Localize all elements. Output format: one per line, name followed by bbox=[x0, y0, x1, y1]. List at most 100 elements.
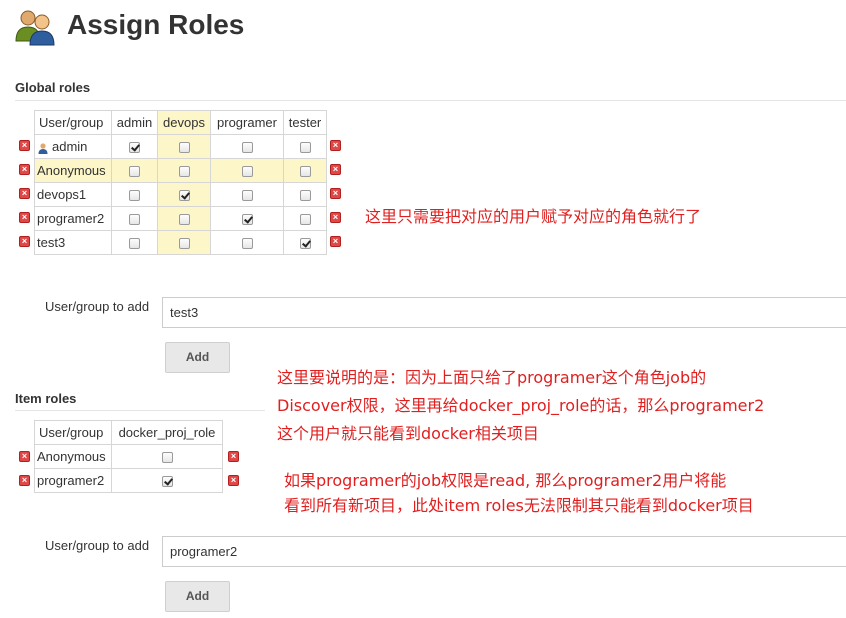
annotation-note-1: 这里只需要把对应的用户赋予对应的角色就行了 bbox=[365, 207, 702, 226]
table-header-row: User/group docker_proj_role bbox=[34, 420, 223, 445]
role-cell bbox=[210, 134, 284, 159]
column-header: admin bbox=[111, 110, 158, 135]
table-row: admin bbox=[34, 134, 327, 159]
role-cell bbox=[283, 182, 327, 207]
remove-row-left-icon[interactable]: × bbox=[19, 451, 30, 462]
role-cell bbox=[157, 230, 211, 255]
role-cell bbox=[111, 206, 158, 231]
remove-row-left-icon[interactable]: × bbox=[19, 236, 30, 247]
remove-row-right-icon[interactable]: × bbox=[330, 212, 341, 223]
role-checkbox[interactable] bbox=[241, 238, 253, 250]
remove-row-left-icon[interactable]: × bbox=[19, 188, 30, 199]
remove-row-right-icon[interactable]: × bbox=[330, 188, 341, 199]
role-cell bbox=[157, 134, 211, 159]
role-cell bbox=[111, 444, 223, 469]
role-cell bbox=[283, 158, 327, 183]
column-header: User/group bbox=[34, 110, 112, 135]
role-checkbox[interactable] bbox=[299, 142, 311, 154]
column-header: docker_proj_role bbox=[111, 420, 223, 445]
annotation-line: 这个用户就只能看到docker相关项目 bbox=[277, 424, 539, 443]
role-cell bbox=[111, 182, 158, 207]
role-checkbox[interactable] bbox=[299, 190, 311, 202]
global-roles-header: Global roles bbox=[15, 80, 91, 95]
column-header: User/group bbox=[34, 420, 112, 445]
row-user-name: Anonymous bbox=[34, 158, 112, 183]
user-group-to-add-label: User/group to add bbox=[45, 538, 150, 553]
table-row: test3 bbox=[34, 230, 327, 255]
role-cell bbox=[283, 206, 327, 231]
role-checkbox[interactable] bbox=[161, 452, 173, 464]
table-header-row: User/group admin devops programer tester bbox=[34, 110, 327, 135]
column-header: devops bbox=[157, 110, 211, 135]
annotation-line: 如果programer的job权限是read, 那么programer2用户将能 bbox=[284, 471, 727, 490]
role-cell bbox=[210, 158, 284, 183]
remove-row-right-icon[interactable]: × bbox=[228, 475, 239, 486]
user-icon bbox=[38, 142, 48, 155]
remove-row-left-icon[interactable]: × bbox=[19, 140, 30, 151]
role-checkbox[interactable] bbox=[241, 214, 253, 226]
role-cell bbox=[210, 230, 284, 255]
role-checkbox[interactable] bbox=[161, 476, 173, 488]
section-divider bbox=[15, 100, 846, 101]
role-checkbox[interactable] bbox=[241, 190, 253, 202]
page-title: Assign Roles bbox=[67, 9, 245, 40]
item-roles-table: User/group docker_proj_role Anonymous pr… bbox=[34, 420, 223, 493]
table-row: programer2 bbox=[34, 206, 327, 231]
remove-row-left-icon[interactable]: × bbox=[19, 212, 30, 223]
global-roles-table: User/group admin devops programer tester… bbox=[34, 110, 327, 255]
role-cell bbox=[157, 158, 211, 183]
remove-row-left-icon[interactable]: × bbox=[19, 475, 30, 486]
role-cell bbox=[157, 182, 211, 207]
role-checkbox[interactable] bbox=[129, 238, 140, 250]
table-row: Anonymous bbox=[34, 158, 327, 183]
row-user-cell: admin bbox=[34, 134, 112, 159]
table-row: devops1 bbox=[34, 182, 327, 207]
row-user-name: programer2 bbox=[34, 206, 112, 231]
column-header: tester bbox=[283, 110, 327, 135]
role-checkbox[interactable] bbox=[299, 238, 311, 250]
column-header: programer bbox=[210, 110, 284, 135]
role-checkbox[interactable] bbox=[299, 214, 311, 226]
role-cell bbox=[111, 158, 158, 183]
role-cell bbox=[157, 206, 211, 231]
global-user-group-input[interactable] bbox=[162, 297, 846, 328]
role-checkbox[interactable] bbox=[299, 166, 311, 178]
role-checkbox[interactable] bbox=[241, 142, 253, 154]
row-user-name: devops1 bbox=[34, 182, 112, 207]
role-checkbox[interactable] bbox=[178, 190, 190, 202]
users-icon bbox=[14, 7, 58, 47]
row-user-name: test3 bbox=[34, 230, 112, 255]
role-checkbox[interactable] bbox=[178, 238, 190, 250]
remove-row-left-icon[interactable]: × bbox=[19, 164, 30, 175]
annotation-note-3: 如果programer的job权限是read, 那么programer2用户将能… bbox=[284, 468, 754, 518]
global-add-button[interactable]: Add bbox=[165, 342, 230, 373]
remove-row-right-icon[interactable]: × bbox=[330, 236, 341, 247]
row-user-name: Anonymous bbox=[34, 444, 112, 469]
user-group-to-add-label: User/group to add bbox=[45, 299, 150, 314]
role-checkbox[interactable] bbox=[178, 142, 190, 154]
annotation-line: Discover权限，这里再给docker_proj_role的话，那么prog… bbox=[277, 396, 765, 415]
table-row: Anonymous bbox=[34, 444, 223, 469]
role-checkbox[interactable] bbox=[129, 166, 140, 178]
role-checkbox[interactable] bbox=[129, 142, 140, 154]
item-add-button[interactable]: Add bbox=[165, 581, 230, 612]
annotation-line: 这里要说明的是：因为上面只给了programer这个角色job的 bbox=[277, 368, 707, 387]
role-cell bbox=[111, 230, 158, 255]
role-checkbox[interactable] bbox=[129, 190, 140, 202]
role-checkbox[interactable] bbox=[129, 214, 140, 226]
annotation-note-2: 这里要说明的是：因为上面只给了programer这个角色job的 Discove… bbox=[277, 364, 764, 448]
item-roles-header: Item roles bbox=[15, 391, 77, 406]
remove-row-right-icon[interactable]: × bbox=[330, 164, 341, 175]
remove-row-right-icon[interactable]: × bbox=[330, 140, 341, 151]
section-divider bbox=[15, 410, 265, 411]
role-checkbox[interactable] bbox=[178, 214, 190, 226]
role-checkbox[interactable] bbox=[178, 166, 190, 178]
role-cell bbox=[283, 134, 327, 159]
annotation-line: 看到所有新项目，此处item roles无法限制其只能看到docker项目 bbox=[284, 496, 754, 515]
role-cell bbox=[111, 134, 158, 159]
role-cell bbox=[210, 182, 284, 207]
remove-row-right-icon[interactable]: × bbox=[228, 451, 239, 462]
item-user-group-input[interactable] bbox=[162, 536, 846, 567]
role-checkbox[interactable] bbox=[241, 166, 253, 178]
role-cell bbox=[111, 468, 223, 493]
